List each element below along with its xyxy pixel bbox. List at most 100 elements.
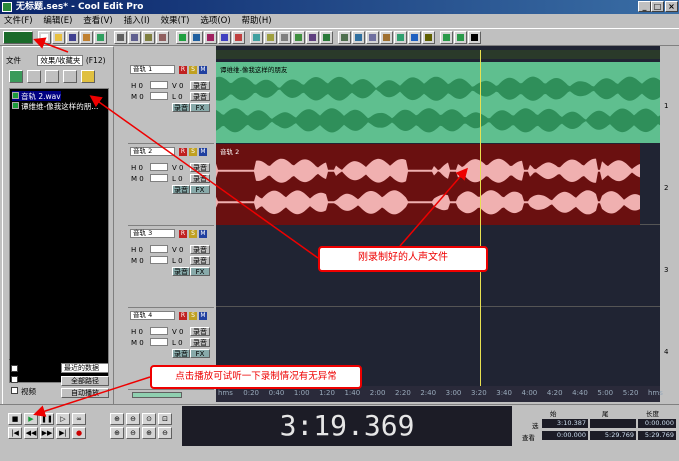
clip-track1[interactable]: 谭维维-像我这样的朋友 [216, 62, 660, 143]
menu-file[interactable]: 文件(F) [0, 14, 37, 28]
solo-button[interactable]: S [189, 66, 197, 74]
close-button[interactable]: × [665, 1, 678, 12]
help-icon[interactable] [468, 31, 481, 44]
zoom-out-h-icon[interactable]: ⊖ [126, 413, 140, 425]
vol-button[interactable]: 录音 [172, 185, 190, 194]
lock-icon[interactable] [306, 31, 319, 44]
clip-track2[interactable]: 音轨 2 [216, 144, 640, 225]
loop-tool-icon[interactable] [190, 31, 203, 44]
save-all-icon[interactable] [80, 31, 93, 44]
record-arm-button[interactable]: R [179, 66, 187, 74]
wet-dry-icon[interactable] [352, 31, 365, 44]
insert-file-icon[interactable] [63, 70, 77, 83]
open-file-icon[interactable] [52, 31, 65, 44]
snap-icon[interactable] [250, 31, 263, 44]
overview-bar[interactable] [216, 50, 660, 59]
in-button[interactable]: 录音 [190, 174, 210, 183]
sel-length-field[interactable]: 0:00.000 [638, 419, 676, 428]
sel-end-field[interactable] [590, 419, 636, 428]
checkbox-icon[interactable] [11, 387, 18, 394]
record-arm-button[interactable]: R [179, 312, 187, 320]
new-file-icon[interactable] [38, 31, 51, 44]
folder-icon[interactable] [81, 70, 95, 83]
fast-forward-icon[interactable]: ▶▶ [40, 427, 54, 439]
in-button[interactable]: 录音 [190, 338, 210, 347]
track-name[interactable]: 音轨 1 [130, 65, 175, 74]
view-length-field[interactable]: 5:29.769 [638, 431, 676, 440]
out-button[interactable]: 录音1 [190, 327, 210, 345]
lane-1[interactable]: 谭维维-像我这样的朋友 [216, 62, 660, 143]
m-field[interactable] [150, 338, 168, 346]
save-icon[interactable] [66, 31, 79, 44]
maximize-button[interactable]: □ [651, 1, 664, 12]
import-icon[interactable] [94, 31, 107, 44]
copy-icon[interactable] [128, 31, 141, 44]
file-item[interactable]: 音轨 2.wav [12, 91, 61, 101]
lane-2[interactable]: 音轨 2 [216, 144, 660, 225]
zoom-full-icon[interactable]: ⊙ [142, 413, 156, 425]
solo-button[interactable]: S [189, 148, 197, 156]
zoom-left-icon[interactable]: ⊕ [110, 427, 124, 439]
multitrack-timeline[interactable]: 谭维维-像我这样的朋友 音轨 2 [216, 46, 660, 389]
mute-button[interactable]: M [199, 66, 207, 74]
edit-file-icon[interactable] [45, 70, 59, 83]
close-file-icon[interactable] [27, 70, 41, 83]
view-begin-field[interactable]: 0:00.000 [542, 431, 588, 440]
tab-effects[interactable]: 效果/收藏夹 [37, 55, 84, 66]
h-field[interactable] [150, 245, 168, 253]
solo-button[interactable]: S [189, 312, 197, 320]
type-midi-checkbox[interactable]: MIDI [11, 375, 38, 384]
zoom-sel-icon[interactable]: ⊡ [158, 413, 172, 425]
record-button-icon[interactable]: ● [72, 427, 86, 439]
reverb-icon[interactable] [394, 31, 407, 44]
minimize-button[interactable]: _ [638, 1, 651, 12]
playhead-cursor[interactable] [480, 50, 481, 386]
fx-button[interactable]: FX [190, 267, 210, 276]
envelope-tool-icon[interactable] [204, 31, 217, 44]
vol-button[interactable]: 录音 [172, 267, 190, 276]
split-icon[interactable] [278, 31, 291, 44]
solo-button[interactable]: S [189, 230, 197, 238]
menu-view[interactable]: 查看(V) [79, 14, 116, 28]
checkbox-icon[interactable] [11, 365, 18, 372]
record-icon[interactable] [454, 31, 467, 44]
in-button[interactable]: 录音 [190, 92, 210, 101]
record-arm-button[interactable]: R [179, 230, 187, 238]
sel-begin-field[interactable]: 3:10.387 [542, 419, 588, 428]
out-button[interactable]: 录音1 [190, 245, 210, 263]
loop-enable-icon[interactable] [320, 31, 333, 44]
select-tool-icon[interactable] [218, 31, 231, 44]
menu-edit[interactable]: 编辑(E) [39, 14, 76, 28]
zoom-out-v-icon[interactable]: ⊖ [158, 427, 172, 439]
h-field[interactable] [150, 327, 168, 335]
menu-help[interactable]: 帮助(H) [238, 14, 276, 28]
loop-play-icon[interactable]: ∞ [72, 413, 86, 425]
paste-icon[interactable] [142, 31, 155, 44]
view-end-field[interactable]: 5:29.769 [590, 431, 636, 440]
fx-button[interactable]: FX [190, 103, 210, 112]
checkbox-icon[interactable] [11, 376, 18, 383]
record-arm-button[interactable]: R [179, 148, 187, 156]
zoom-in-h-icon[interactable]: ⊕ [110, 413, 124, 425]
delay-icon[interactable] [380, 31, 393, 44]
h-field[interactable] [150, 163, 168, 171]
type-wave-checkbox[interactable]: 波形 [11, 364, 36, 375]
menu-insert[interactable]: 插入(I) [120, 14, 154, 28]
pause-icon[interactable]: ❚❚ [40, 413, 54, 425]
type-video-checkbox[interactable]: 视频 [11, 386, 36, 397]
eq-icon[interactable] [408, 31, 421, 44]
cut-icon[interactable] [114, 31, 127, 44]
fx-button[interactable]: FX [190, 349, 210, 358]
tab-file[interactable]: 文件 [6, 56, 21, 65]
group-icon[interactable] [264, 31, 277, 44]
filter-icon[interactable] [366, 31, 379, 44]
menu-effects[interactable]: 效果(T) [157, 14, 194, 28]
multitrack-toggle-icon[interactable] [3, 31, 33, 44]
stop-icon[interactable]: ■ [8, 413, 22, 425]
m-field[interactable] [150, 92, 168, 100]
go-start-icon[interactable]: |◀ [8, 427, 22, 439]
mute-button[interactable]: M [199, 312, 207, 320]
file-item[interactable]: 谭维维-像我这样的朋... [12, 101, 98, 111]
track-name[interactable]: 音轨 4 [130, 311, 175, 320]
vol-button[interactable]: 录音 [172, 103, 190, 112]
